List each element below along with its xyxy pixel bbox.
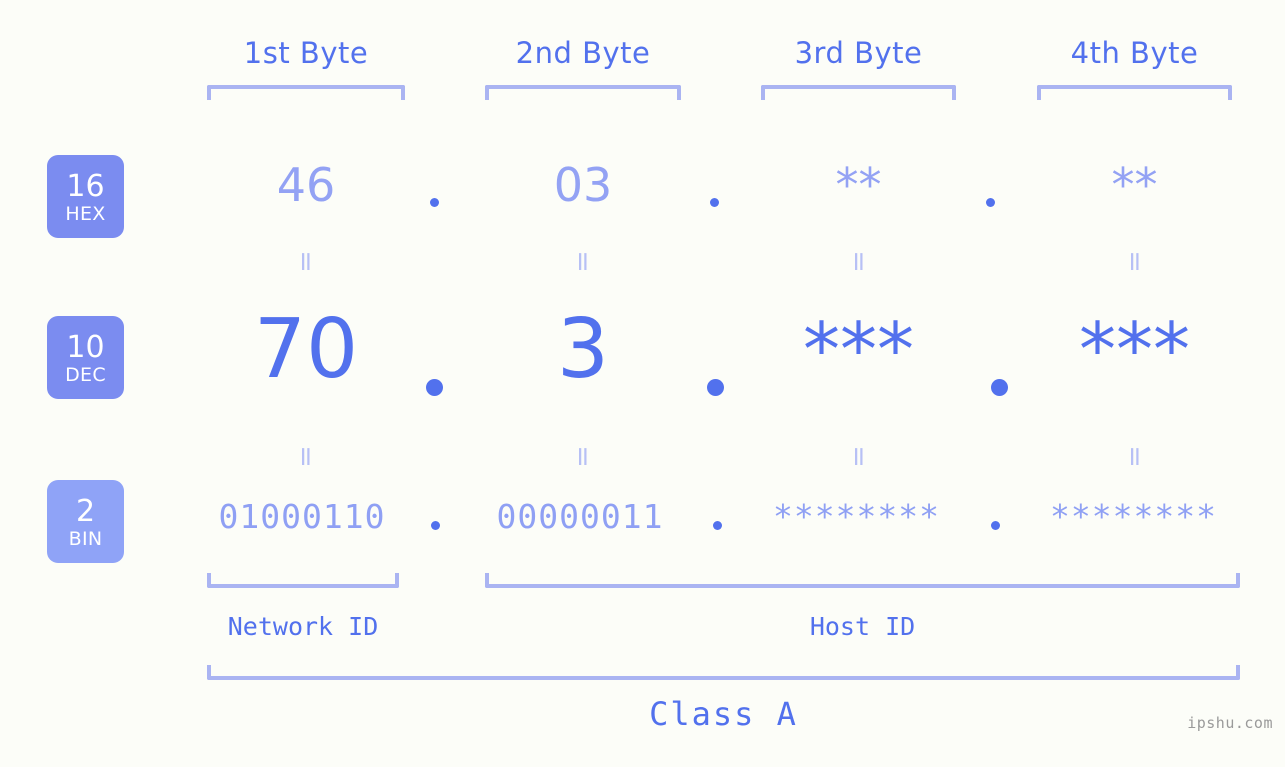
dec-separator-3 <box>991 379 1008 396</box>
bin-byte-2: 00000011 <box>496 497 664 536</box>
equals-connector-dec-bin-4: = <box>1119 445 1151 468</box>
byte-bracket-top-2 <box>485 85 681 100</box>
dec-byte-1: 70 <box>253 302 359 397</box>
hex-byte-1: 46 <box>276 158 336 212</box>
equals-connector-hex-dec-3: = <box>843 250 875 273</box>
radix-badge-hex-system: HEX <box>65 202 106 225</box>
radix-badge-hex: 16 HEX <box>47 155 124 238</box>
byte-header-3: 3rd Byte <box>794 36 923 70</box>
host-id-label: Host ID <box>809 612 916 641</box>
hex-separator-3 <box>986 198 995 207</box>
class-label: Class A <box>649 695 798 733</box>
bin-separator-2 <box>713 521 722 530</box>
byte-header-2: 2nd Byte <box>515 36 651 70</box>
network-id-label: Network ID <box>227 612 379 641</box>
bin-separator-3 <box>991 521 1000 530</box>
hex-byte-2: 03 <box>553 158 613 212</box>
dec-byte-2: 3 <box>556 302 610 397</box>
host-id-bracket <box>485 573 1240 588</box>
ip-address-diagram: 1st Byte 2nd Byte 3rd Byte 4th Byte 16 H… <box>0 0 1285 767</box>
radix-badge-bin: 2 BIN <box>47 480 124 563</box>
equals-connector-hex-dec-2: = <box>567 250 599 273</box>
equals-connector-dec-bin-1: = <box>290 445 322 468</box>
network-id-bracket <box>207 573 399 588</box>
class-bracket <box>207 665 1240 680</box>
bin-byte-3: ******** <box>773 497 940 536</box>
radix-badge-hex-number: 16 <box>66 168 105 204</box>
dec-separator-2 <box>707 379 724 396</box>
hex-byte-3: ** <box>835 158 882 212</box>
radix-badge-bin-system: BIN <box>68 527 103 550</box>
hex-separator-1 <box>430 198 439 207</box>
bin-byte-4: ******** <box>1050 497 1217 536</box>
equals-connector-dec-bin-2: = <box>567 445 599 468</box>
radix-badge-dec-number: 10 <box>66 329 105 365</box>
dec-byte-4: *** <box>1079 307 1190 393</box>
dec-separator-1 <box>426 379 443 396</box>
bin-separator-1 <box>431 521 440 530</box>
radix-badge-bin-number: 2 <box>75 493 96 529</box>
byte-bracket-top-3 <box>761 85 956 100</box>
byte-bracket-top-1 <box>207 85 405 100</box>
equals-connector-dec-bin-3: = <box>843 445 875 468</box>
dec-byte-3: *** <box>803 307 914 393</box>
byte-header-4: 4th Byte <box>1070 36 1199 70</box>
hex-byte-4: ** <box>1111 158 1158 212</box>
byte-bracket-top-4 <box>1037 85 1232 100</box>
radix-badge-dec: 10 DEC <box>47 316 124 399</box>
byte-header-1: 1st Byte <box>243 36 369 70</box>
hex-separator-2 <box>710 198 719 207</box>
site-watermark: ipshu.com <box>1187 714 1273 732</box>
equals-connector-hex-dec-1: = <box>290 250 322 273</box>
equals-connector-hex-dec-4: = <box>1119 250 1151 273</box>
bin-byte-1: 01000110 <box>218 497 386 536</box>
radix-badge-dec-system: DEC <box>65 363 106 386</box>
